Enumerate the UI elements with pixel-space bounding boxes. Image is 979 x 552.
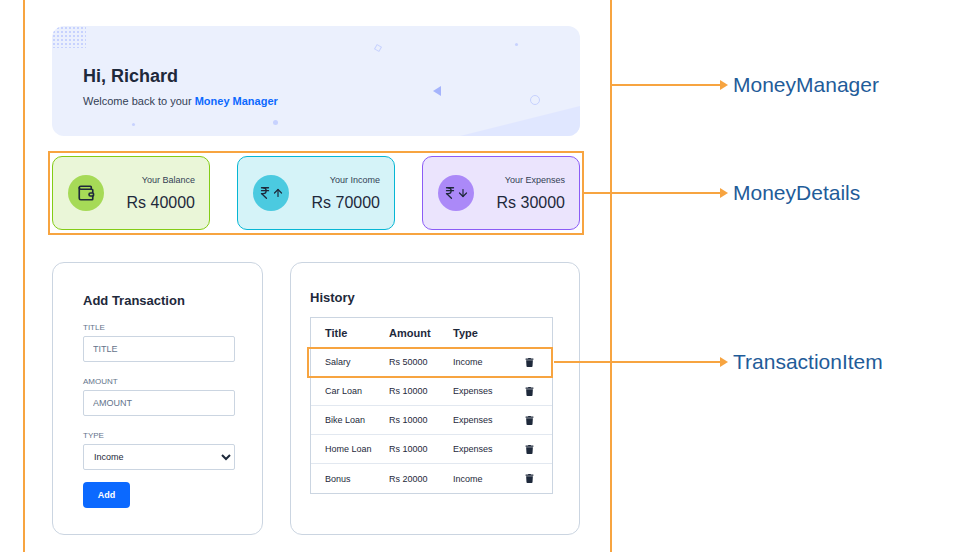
delete-button[interactable] — [525, 358, 537, 367]
table-header: TitleAmountType — [311, 318, 552, 348]
money-manager: Hi, Richard Welcome back to your Money Ma… — [23, 0, 612, 552]
cell: Home Loan — [325, 444, 389, 454]
welcome-banner: Hi, Richard Welcome back to your Money Ma… — [52, 26, 580, 136]
decoration — [52, 26, 86, 48]
column-header: Type — [453, 327, 517, 339]
column-header: Title — [325, 327, 389, 339]
text-input[interactable] — [83, 390, 235, 416]
card-amount: Rs 40000 — [127, 194, 196, 212]
card-label: Your Expenses — [505, 175, 565, 185]
decoration — [273, 120, 278, 125]
panels: Add Transaction TITLE AMOUNT TYPE Income Add H… — [52, 262, 580, 535]
cell: Expenses — [453, 386, 517, 396]
decoration — [433, 86, 441, 96]
type-select[interactable]: Income — [83, 444, 235, 470]
expenses-icon — [438, 175, 474, 211]
card-label: Your Income — [330, 175, 380, 185]
cell: Bike Loan — [325, 415, 389, 425]
decoration — [374, 44, 382, 52]
money-card: Your Expenses Rs 30000 — [422, 156, 580, 230]
decoration — [515, 43, 518, 46]
rupee-icon — [443, 186, 457, 200]
trash-icon — [525, 474, 534, 483]
cell: Rs 10000 — [389, 386, 453, 396]
trash-icon — [525, 387, 534, 396]
card-amount: Rs 30000 — [497, 194, 566, 212]
money-card: Your Income Rs 70000 — [237, 156, 395, 230]
column-header: Amount — [389, 327, 453, 339]
card-text: Your Expenses Rs 30000 — [497, 175, 566, 212]
text-input[interactable] — [83, 336, 235, 362]
transaction-item: Car LoanRs 10000Expenses — [311, 377, 552, 406]
diagram: Hi, Richard Welcome back to your Money Ma… — [0, 0, 979, 552]
arrow-icon — [720, 188, 728, 198]
delete-button[interactable] — [525, 474, 537, 483]
field-label: TYPE — [83, 431, 242, 440]
cell: Bonus — [325, 474, 389, 484]
cell: Income — [453, 357, 517, 367]
add-transaction-panel: Add Transaction TITLE AMOUNT TYPE Income Add — [52, 262, 263, 535]
balance-icon — [68, 175, 104, 211]
card-label: Your Balance — [142, 175, 195, 185]
decoration — [132, 123, 135, 126]
form-field: TITLE — [83, 323, 242, 362]
money-details: Your BalanceRs 40000Your IncomeRs 70000Y… — [48, 151, 584, 235]
money-card: Your Balance Rs 40000 — [52, 156, 210, 230]
wallet-icon — [77, 184, 95, 202]
decoration — [460, 106, 580, 136]
annotation: TransactionItem — [554, 350, 883, 374]
transaction-item: BonusRs 20000Income — [311, 464, 552, 493]
cell: Rs 20000 — [389, 474, 453, 484]
form-field: AMOUNT — [83, 377, 242, 416]
annotation-label: MoneyDetails — [733, 181, 860, 205]
greeting: Hi, Richard — [83, 66, 548, 87]
rupee-icon — [258, 186, 272, 200]
cell: Rs 50000 — [389, 357, 453, 367]
transaction-item: Home LoanRs 10000Expenses — [311, 435, 552, 464]
card-text: Your Balance Rs 40000 — [127, 175, 196, 212]
connector-line — [554, 361, 720, 363]
delete-button[interactable] — [525, 416, 537, 425]
arrow-icon — [720, 80, 728, 90]
annotation: MoneyDetails — [584, 181, 860, 205]
panel-title: Add Transaction — [83, 293, 242, 308]
delete-button[interactable] — [525, 387, 537, 396]
card-amount: Rs 70000 — [312, 194, 381, 212]
connector-line — [612, 84, 720, 86]
cell: Expenses — [453, 415, 517, 425]
history-table: TitleAmountTypeSalaryRs 50000IncomeCar L… — [310, 317, 553, 494]
history-panel: HistoryTitleAmountTypeSalaryRs 50000Inco… — [290, 262, 580, 535]
cell: Rs 10000 — [389, 415, 453, 425]
trash-icon — [525, 445, 534, 454]
income-icon — [253, 175, 289, 211]
transaction-item: SalaryRs 50000Income — [308, 348, 552, 377]
annotation-label: MoneyManager — [733, 73, 879, 97]
field-label: AMOUNT — [83, 377, 242, 386]
annotation-label: TransactionItem — [733, 350, 883, 374]
delete-button[interactable] — [525, 445, 537, 454]
cell: Salary — [325, 357, 389, 367]
cell: Car Loan — [325, 386, 389, 396]
annotation: MoneyManager — [612, 73, 879, 97]
panel-title: History — [310, 290, 553, 305]
connector-line — [584, 192, 720, 194]
welcome-text: Welcome back to your Money Manager — [83, 95, 548, 107]
arrow-icon — [720, 357, 728, 367]
arrow-down-icon — [457, 187, 469, 199]
trash-icon — [525, 416, 534, 425]
cell: Income — [453, 474, 517, 484]
add-button[interactable]: Add — [83, 482, 130, 508]
brand-name: Money Manager — [195, 95, 278, 107]
arrow-up-icon — [272, 187, 284, 199]
trash-icon — [525, 358, 534, 367]
cell: Rs 10000 — [389, 444, 453, 454]
card-text: Your Income Rs 70000 — [312, 175, 381, 212]
form-field: TYPE Income — [83, 431, 242, 470]
transaction-item: Bike LoanRs 10000Expenses — [311, 406, 552, 435]
decoration — [530, 95, 540, 105]
field-label: TITLE — [83, 323, 242, 332]
cell: Expenses — [453, 444, 517, 454]
